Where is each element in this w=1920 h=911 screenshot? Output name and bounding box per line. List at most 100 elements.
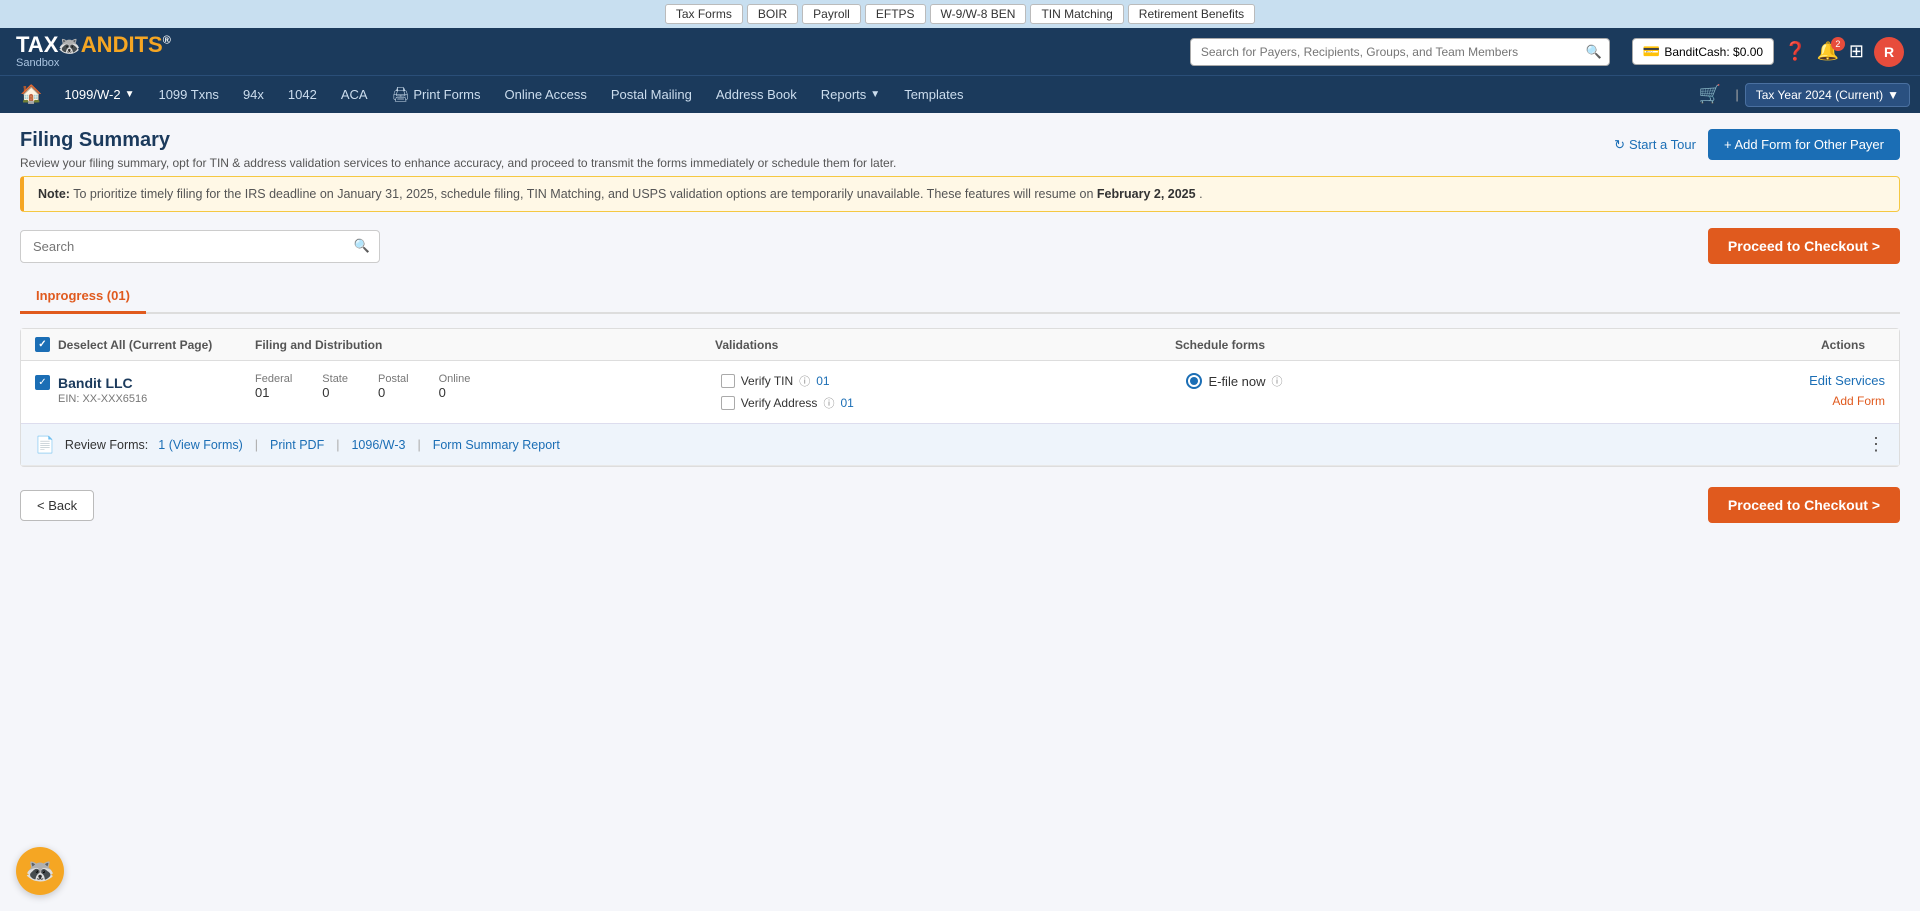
avatar-button[interactable]: R <box>1874 37 1904 67</box>
topnav-retirement-benefits[interactable]: Retirement Benefits <box>1128 4 1255 24</box>
state-col: State 0 <box>322 373 348 400</box>
nav-reports[interactable]: Reports ▼ <box>809 77 892 112</box>
bandit-cash-button[interactable]: 💳 BanditCash: $0.00 <box>1632 38 1774 65</box>
nav-1099w2[interactable]: 1099/W-2 ▼ <box>52 77 146 112</box>
topnav-tin-matching[interactable]: TIN Matching <box>1030 4 1123 24</box>
state-label: State <box>322 373 348 385</box>
page-header-left: Filing Summary Review your filing summar… <box>20 129 896 170</box>
note-suffix: . <box>1199 187 1202 201</box>
nav-aca[interactable]: ACA <box>329 77 380 112</box>
row-validations: Verify TIN ⓘ 01 Verify Address ⓘ 01 <box>721 373 1187 411</box>
proceed-to-checkout-button[interactable]: Proceed to Checkout > <box>1708 228 1900 264</box>
postal-col: Postal 0 <box>378 373 409 400</box>
deselect-checkbox[interactable]: ✓ <box>35 337 50 352</box>
search-input[interactable] <box>20 230 380 263</box>
topnav-payroll[interactable]: Payroll <box>802 4 861 24</box>
form-link[interactable]: 1096/W-3 <box>351 438 405 452</box>
bottom-actions: < Back Proceed to Checkout > <box>20 487 1900 523</box>
review-forms-row: 📄 Review Forms: 1 (View Forms) | Print P… <box>21 423 1899 465</box>
tab-inprogress[interactable]: Inprogress (01) <box>20 280 146 314</box>
notifications-button[interactable]: 🔔 2 <box>1816 41 1838 62</box>
tax-year-dropdown-icon: ▼ <box>1887 88 1899 102</box>
home-button[interactable]: 🏠 <box>10 76 52 113</box>
nav-print-forms[interactable]: 🖨 Print Forms <box>380 76 493 113</box>
nav-94x[interactable]: 94x <box>231 77 276 112</box>
search-icon: 🔍 <box>354 238 370 254</box>
edit-services-link[interactable]: Edit Services <box>1809 373 1885 388</box>
efile-now-label: E-file now <box>1208 374 1265 389</box>
row-payer: ✓ Bandit LLC EIN: XX-XXX6516 <box>35 373 255 405</box>
cart-button[interactable]: 🛒 <box>1691 76 1729 113</box>
filing-table: ✓ Deselect All (Current Page) Filing and… <box>20 328 1900 467</box>
header-actions: 💳 BanditCash: $0.00 ❓ 🔔 2 ⊞ R <box>1632 37 1904 67</box>
printer-icon: 🖨 <box>392 86 410 103</box>
nav-postal-mailing[interactable]: Postal Mailing <box>599 77 704 112</box>
summary-report-link[interactable]: Form Summary Report <box>433 438 560 452</box>
row-filing: Federal 01 State 0 Postal 0 Online 0 <box>255 373 721 400</box>
tax-year-label: Tax Year 2024 (Current) <box>1756 88 1883 102</box>
header-search-input[interactable] <box>1190 38 1610 66</box>
efile-now-radio[interactable] <box>1186 373 1202 389</box>
table-row: ✓ Bandit LLC EIN: XX-XXX6516 Federal 01 … <box>21 361 1899 466</box>
federal-col: Federal 01 <box>255 373 292 400</box>
page-header: Filing Summary Review your filing summar… <box>20 129 1900 170</box>
print-pdf-link[interactable]: Print PDF <box>270 438 324 452</box>
help-button[interactable]: ❓ <box>1784 41 1806 62</box>
top-nav: Tax Forms BOIR Payroll EFTPS W-9/W-8 BEN… <box>0 0 1920 28</box>
topnav-tax-forms[interactable]: Tax Forms <box>665 4 743 24</box>
search-checkout-row: 🔍 Proceed to Checkout > <box>20 228 1900 264</box>
nav-1042[interactable]: 1042 <box>276 77 329 112</box>
nav-1099txns[interactable]: 1099 Txns <box>146 77 230 112</box>
verify-tin-info-icon[interactable]: ⓘ <box>799 373 810 389</box>
table-header: ✓ Deselect All (Current Page) Filing and… <box>21 329 1899 361</box>
proceed-to-checkout-bottom-button[interactable]: Proceed to Checkout > <box>1708 487 1900 523</box>
note-date: February 2, 2025 <box>1097 187 1196 201</box>
tax-year-button[interactable]: Tax Year 2024 (Current) ▼ <box>1745 83 1910 107</box>
row-checkbox[interactable]: ✓ <box>35 375 50 390</box>
note-banner: Note: To prioritize timely filing for th… <box>20 176 1900 212</box>
row-actions: Edit Services Add Form <box>1652 373 1885 408</box>
nav-online-access[interactable]: Online Access <box>493 77 599 112</box>
federal-value: 01 <box>255 385 269 400</box>
online-col: Online 0 <box>439 373 471 400</box>
start-tour-link[interactable]: ↻ Start a Tour <box>1614 137 1696 153</box>
topnav-boir[interactable]: BOIR <box>747 4 798 24</box>
federal-label: Federal <box>255 373 292 385</box>
th-deselect: ✓ Deselect All (Current Page) <box>35 337 255 352</box>
page-title: Filing Summary <box>20 129 896 152</box>
logo-bandits: ANDITS <box>81 32 163 57</box>
page-header-actions: ↻ Start a Tour + Add Form for Other Paye… <box>1614 129 1900 160</box>
more-options-icon[interactable]: ⋮ <box>1867 434 1885 455</box>
payer-ein: EIN: XX-XXX6516 <box>58 393 147 405</box>
state-value: 0 <box>322 385 329 400</box>
notification-badge: 2 <box>1831 37 1845 51</box>
th-filing: Filing and Distribution <box>255 338 715 352</box>
search-box: 🔍 <box>20 230 380 263</box>
efile-info-icon[interactable]: ⓘ <box>1272 373 1283 389</box>
verify-address-info-icon[interactable]: ⓘ <box>823 395 834 411</box>
logo-tax: TAX <box>16 32 58 57</box>
verify-tin-checkbox[interactable] <box>721 374 735 388</box>
payer-name: Bandit LLC <box>58 375 147 391</box>
add-form-other-payer-button[interactable]: + Add Form for Other Payer <box>1708 129 1900 160</box>
add-form-link[interactable]: Add Form <box>1832 394 1885 408</box>
topnav-w9w8ben[interactable]: W-9/W-8 BEN <box>930 4 1027 24</box>
logo-text: TAX🦝ANDITS® <box>16 34 171 56</box>
verify-tin-label: Verify TIN <box>741 374 793 388</box>
back-button[interactable]: < Back <box>20 490 94 521</box>
topnav-eftps[interactable]: EFTPS <box>865 4 926 24</box>
row-schedule: E-file now ⓘ <box>1186 373 1652 389</box>
verify-tin-count-link[interactable]: 01 <box>816 374 829 388</box>
view-forms-link[interactable]: 1 (View Forms) <box>158 438 243 452</box>
nav-templates[interactable]: Templates <box>892 77 975 112</box>
mascot-widget[interactable]: 🦝 <box>16 847 64 895</box>
verify-address-count-link[interactable]: 01 <box>840 396 853 410</box>
nav-address-book[interactable]: Address Book <box>704 77 809 112</box>
verify-address-checkbox[interactable] <box>721 396 735 410</box>
note-label: Note: <box>38 187 70 201</box>
cash-icon: 💳 <box>1643 43 1660 60</box>
online-label: Online <box>439 373 471 385</box>
bandit-cash-label: BanditCash: $0.00 <box>1664 45 1763 59</box>
apps-button[interactable]: ⊞ <box>1849 41 1864 62</box>
note-text: To prioritize timely filing for the IRS … <box>73 187 1097 201</box>
